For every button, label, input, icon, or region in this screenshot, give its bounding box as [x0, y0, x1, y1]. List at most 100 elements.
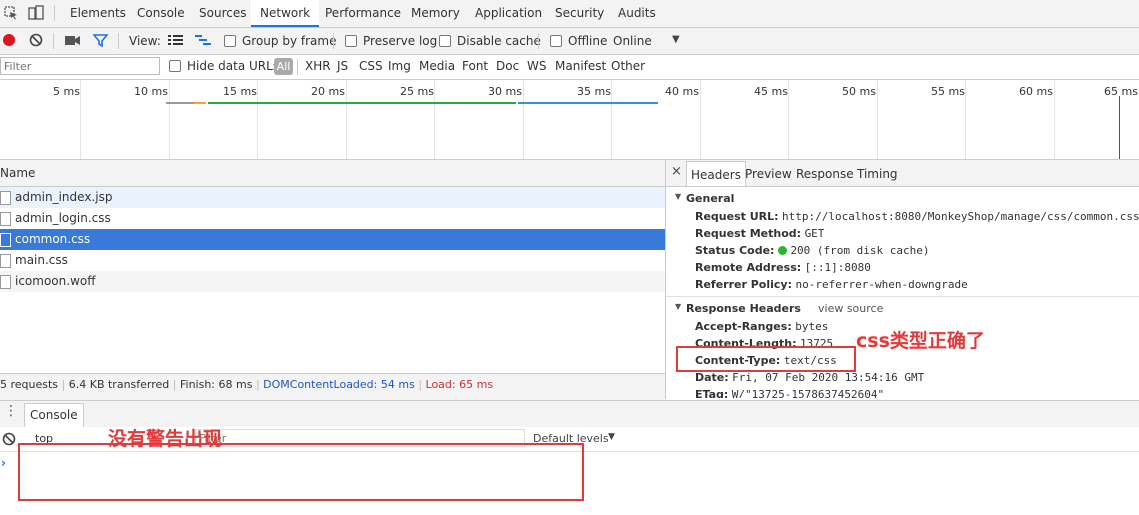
- tab-performance[interactable]: Performance: [325, 0, 401, 27]
- header-value: no-referrer-when-downgrade: [795, 278, 968, 291]
- filter-type-all[interactable]: All: [274, 58, 293, 75]
- timeline-tick: 10 ms: [134, 85, 168, 98]
- header-value: 200 (from disk cache): [790, 244, 930, 257]
- summary-load: Load: 65 ms: [425, 378, 494, 391]
- request-row[interactable]: main.css: [0, 250, 665, 271]
- more-options-icon[interactable]: ⋮: [4, 404, 18, 418]
- network-toolbar: View: Group by frame Preserve log Disabl…: [0, 28, 1139, 55]
- tab-console-drawer[interactable]: Console: [24, 403, 84, 427]
- request-row[interactable]: icomoon.woff: [0, 271, 665, 292]
- tab-security[interactable]: Security: [555, 0, 604, 27]
- summary-requests: 5 requests: [0, 378, 59, 391]
- section-general-title[interactable]: General: [686, 190, 734, 207]
- group-by-frame-label: Group by frame: [242, 34, 337, 48]
- filter-type-ws[interactable]: WS: [527, 56, 546, 76]
- expand-triangle-icon[interactable]: ▼: [675, 302, 681, 311]
- section-response-headers-title[interactable]: Response Headers: [686, 300, 801, 317]
- header-value: W/"13725-1578637452604": [731, 388, 885, 398]
- section-divider: [666, 296, 1139, 297]
- grid-line: [523, 80, 524, 159]
- screenshot-camera-icon[interactable]: [65, 35, 81, 46]
- tab-headers[interactable]: Headers: [686, 161, 746, 186]
- header-key: Request URL:: [695, 210, 779, 223]
- filter-input[interactable]: [0, 57, 160, 75]
- expand-triangle-icon[interactable]: ▼: [675, 192, 681, 201]
- divider: [538, 33, 539, 49]
- filter-type-js[interactable]: JS: [337, 56, 348, 76]
- clear-console-icon[interactable]: [2, 432, 16, 446]
- tab-timing[interactable]: Timing: [857, 164, 898, 184]
- request-name: main.css: [15, 253, 68, 267]
- filter-type-manifest[interactable]: Manifest: [555, 56, 606, 76]
- request-bar-gray: [166, 102, 194, 104]
- group-by-frame-checkbox[interactable]: [224, 35, 236, 47]
- header-key: Request Method:: [695, 227, 802, 240]
- filter-bar: Hide data URLs All XHR JS CSS Img Media …: [0, 55, 1139, 80]
- timeline-tick: 25 ms: [400, 85, 434, 98]
- close-icon[interactable]: ×: [671, 164, 682, 179]
- tab-audits[interactable]: Audits: [618, 0, 656, 27]
- header-key: Remote Address:: [695, 261, 802, 274]
- css-file-icon: [0, 254, 11, 268]
- tab-response[interactable]: Response: [796, 164, 854, 184]
- request-row-selected[interactable]: common.css: [0, 229, 665, 250]
- divider: [54, 5, 55, 21]
- filter-type-doc[interactable]: Doc: [496, 56, 519, 76]
- header-row: Accept-Ranges: bytes: [695, 318, 828, 335]
- timeline-tick: 40 ms: [665, 85, 699, 98]
- details-tabbar: × Headers Preview Response Timing: [666, 160, 1139, 187]
- view-source-link[interactable]: view source: [818, 300, 883, 317]
- filter-type-css[interactable]: CSS: [359, 56, 383, 76]
- filter-funnel-icon[interactable]: [93, 33, 108, 48]
- filter-type-media[interactable]: Media: [419, 56, 455, 76]
- offline-label: Offline: [568, 34, 608, 48]
- waterfall-overview-icon[interactable]: [195, 34, 211, 47]
- timeline-overview[interactable]: 5 ms 10 ms 15 ms 20 ms 25 ms 30 ms 35 ms…: [0, 80, 1139, 160]
- large-rows-icon[interactable]: [168, 34, 183, 47]
- header-key: Referrer Policy:: [695, 278, 792, 291]
- tab-network[interactable]: Network: [251, 0, 320, 27]
- grid-line: [965, 80, 966, 159]
- css-file-icon: [0, 212, 11, 226]
- filter-type-font[interactable]: Font: [462, 56, 488, 76]
- hide-data-urls-checkbox[interactable]: [169, 60, 181, 72]
- throttling-dropdown-icon[interactable]: ▼: [672, 34, 680, 45]
- record-icon[interactable]: [3, 34, 15, 46]
- header-value: [::1]:8080: [804, 261, 871, 274]
- request-bar-orange: [194, 102, 206, 104]
- inspect-element-icon[interactable]: [4, 6, 18, 20]
- clear-icon[interactable]: [29, 33, 43, 47]
- throttling-select[interactable]: Online: [613, 31, 652, 51]
- tab-console[interactable]: Console: [137, 0, 185, 27]
- network-summary-bar: 5 requests | 6.4 KB transferred | Finish…: [0, 373, 665, 400]
- filter-type-img[interactable]: Img: [388, 56, 411, 76]
- grid-line: [434, 80, 435, 159]
- tab-application[interactable]: Application: [475, 0, 542, 27]
- preserve-log-checkbox[interactable]: [345, 35, 357, 47]
- timeline-tick: 60 ms: [1019, 85, 1053, 98]
- header-key: Status Code:: [695, 244, 775, 257]
- font-file-icon: [0, 275, 11, 289]
- preserve-log-label: Preserve log: [363, 34, 438, 48]
- timeline-tick: 5 ms: [53, 85, 80, 98]
- tab-elements[interactable]: Elements: [70, 0, 126, 27]
- request-row[interactable]: admin_login.css: [0, 208, 665, 229]
- hide-data-urls-label: Hide data URLs: [187, 59, 280, 73]
- header-row: Request URL: http://localhost:8080/Monke…: [695, 208, 1139, 225]
- divider: [118, 33, 119, 49]
- tab-sources[interactable]: Sources: [199, 0, 246, 27]
- filter-type-other[interactable]: Other: [611, 56, 645, 76]
- disable-cache-checkbox[interactable]: [439, 35, 451, 47]
- request-row[interactable]: admin_index.jsp: [0, 187, 665, 208]
- console-prompt-icon: ›: [1, 456, 6, 470]
- offline-checkbox[interactable]: [550, 35, 562, 47]
- device-toolbar-icon[interactable]: [28, 5, 44, 21]
- filter-type-xhr[interactable]: XHR: [305, 56, 331, 76]
- column-header-name[interactable]: Name: [0, 163, 35, 183]
- request-bar-green: [208, 102, 516, 104]
- chevron-down-icon[interactable]: ▼: [608, 432, 615, 442]
- tab-memory[interactable]: Memory: [411, 0, 460, 27]
- tab-preview[interactable]: Preview: [745, 164, 792, 184]
- grid-line: [169, 80, 170, 159]
- request-name: icomoon.woff: [15, 274, 96, 288]
